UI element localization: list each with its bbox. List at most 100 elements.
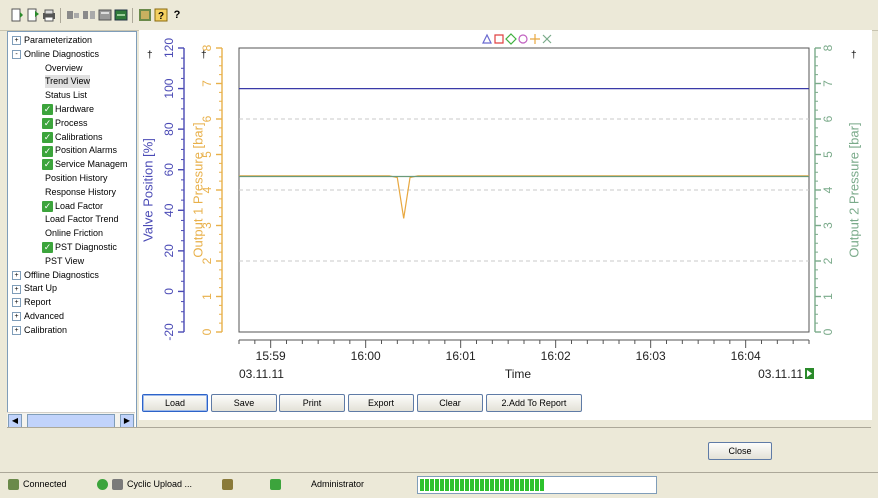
x-tick-label: 16:00: [351, 349, 381, 363]
new-icon[interactable]: [10, 8, 24, 22]
axis-tick-label: 7: [821, 80, 835, 87]
axis-tick-label: 0: [162, 288, 176, 295]
tree-item-label: Start Up: [24, 283, 58, 294]
expand-icon[interactable]: +: [12, 284, 21, 294]
close-button[interactable]: Close: [708, 442, 772, 460]
collapse-icon[interactable]: -: [12, 49, 21, 59]
tree-horizontal-scrollbar[interactable]: ◀ ▶: [7, 412, 135, 428]
tree-item-label: Response History: [45, 186, 117, 197]
tree-item-pst-view[interactable]: PST View: [45, 255, 84, 268]
print-button[interactable]: Print: [279, 394, 345, 412]
axis-title: Output 2 Pressure [bar]: [846, 122, 861, 257]
axis-tick-label: 8: [821, 44, 835, 51]
tree-item-calibration[interactable]: + Calibration: [12, 324, 67, 337]
check-status: [270, 476, 285, 493]
tree-item-pst-diagnostic[interactable]: ✓ PST Diagnostic: [42, 241, 117, 254]
expand-icon[interactable]: +: [12, 36, 21, 46]
tree-item-position-alarms[interactable]: ✓ Position Alarms: [42, 144, 117, 157]
pin-icon: †: [147, 50, 153, 61]
axis-tick-label: 6: [200, 115, 214, 122]
device-icon: [222, 479, 233, 491]
x-tick-label: 16:04: [731, 349, 761, 363]
tree-item-load-factor-trend[interactable]: Load Factor Trend: [45, 213, 119, 226]
expand-icon[interactable]: +: [12, 298, 21, 308]
tree-item-trend-view[interactable]: Trend View: [45, 75, 91, 89]
help-icon[interactable]: ?: [170, 8, 184, 22]
tree-item-label: Parameterization: [24, 35, 93, 45]
x-tick-label: 15:59: [256, 349, 286, 363]
tree-item-overview[interactable]: Overview: [45, 62, 83, 75]
scroll-right-icon[interactable]: ▶: [120, 414, 134, 428]
pc-icon: [112, 479, 123, 491]
marker-plus-icon: [530, 34, 540, 44]
tree-item-service-managem[interactable]: ✓ Service Managem: [42, 158, 128, 171]
tree-item-advanced[interactable]: + Advanced: [12, 310, 64, 323]
tree-item-report[interactable]: + Report: [12, 296, 51, 309]
axis-tick-label: 1: [821, 293, 835, 300]
tree-item-label: Service Managem: [55, 159, 128, 170]
axis-tick-label: 0: [200, 328, 214, 335]
trend-chart: -20020406080100120Valve Position [%]0123…: [140, 33, 861, 381]
print-icon[interactable]: [42, 8, 56, 22]
add-to-report-button[interactable]: 2.Add To Report: [486, 394, 582, 412]
axis-tick-label: 5: [821, 151, 835, 158]
axis-tick-label: 120: [162, 38, 176, 58]
tree-item-parameterization[interactable]: + Parameterization: [12, 34, 92, 47]
tree-item-start-up[interactable]: + Start Up: [12, 282, 57, 295]
tree-item-label: Process: [55, 117, 88, 128]
marker-diamond-icon: [505, 33, 517, 45]
expand-icon[interactable]: +: [12, 312, 21, 322]
axis-tick-label: -20: [162, 323, 176, 341]
axis-tick-label: 7: [200, 80, 214, 87]
disconnect-icon[interactable]: [82, 8, 96, 22]
expand-icon[interactable]: +: [12, 325, 21, 335]
tree-item-process[interactable]: ✓ Process: [42, 117, 88, 130]
tree-item-label: PST View: [45, 255, 85, 266]
tree-item-online-diagnostics[interactable]: - Online Diagnostics: [12, 48, 99, 61]
cyclic-upload-status: Cyclic Upload ...: [97, 476, 192, 493]
refresh-icon: [97, 479, 108, 491]
connect-icon[interactable]: [66, 8, 80, 22]
tree-item-label: PST Diagnostic: [55, 242, 117, 252]
axis-tick-label: 6: [821, 115, 835, 122]
tree-item-label: Overview: [45, 62, 83, 73]
help-context-icon[interactable]: ?: [154, 8, 168, 22]
tree-item-response-history[interactable]: Response History: [45, 186, 116, 199]
tree-item-label: Offline Diagnostics: [24, 269, 99, 280]
tree-item-offline-diagnostics[interactable]: + Offline Diagnostics: [12, 269, 99, 282]
expand-icon[interactable]: +: [12, 270, 21, 280]
tree-item-label: Calibration: [24, 324, 68, 335]
axis-title: Valve Position [%]: [140, 138, 155, 242]
open-icon[interactable]: [26, 8, 40, 22]
pin-icon: †: [201, 50, 207, 61]
tree-item-label: Position History: [45, 173, 108, 183]
tree-item-hardware[interactable]: ✓ Hardware: [42, 103, 94, 116]
tree-item-load-factor[interactable]: ✓ Load Factor: [42, 200, 103, 213]
x-tick-label: 16:02: [541, 349, 571, 363]
tree-item-calibrations[interactable]: ✓ Calibrations: [42, 131, 103, 144]
export-button[interactable]: Export: [348, 394, 414, 412]
scroll-left-icon[interactable]: ◀: [8, 414, 22, 428]
x-axis-title: Time: [505, 367, 532, 381]
tree-item-label: Load Factor Trend: [45, 214, 119, 225]
tree-item-position-history[interactable]: Position History: [45, 172, 108, 185]
checkmark-icon: ✓: [42, 159, 53, 171]
tree-item-status-list[interactable]: Status List: [45, 89, 87, 102]
device-icon[interactable]: [138, 8, 152, 22]
load-button[interactable]: Load: [142, 394, 208, 412]
clear-button[interactable]: Clear: [417, 394, 483, 412]
scroll-thumb[interactable]: [27, 414, 115, 428]
device-status: [222, 476, 237, 493]
tree-item-online-friction[interactable]: Online Friction: [45, 227, 103, 240]
tree-item-label: Online Diagnostics: [24, 48, 100, 59]
download-icon[interactable]: [114, 8, 128, 22]
marker-square-icon: [494, 34, 504, 44]
pin-icon: †: [851, 50, 857, 61]
upload-icon[interactable]: [98, 8, 112, 22]
cyclic-upload-label: Cyclic Upload ...: [127, 479, 193, 489]
save-button[interactable]: Save: [211, 394, 277, 412]
tree-item-label: Load Factor: [55, 200, 104, 211]
connected-label: Connected: [23, 479, 67, 489]
axis-tick-label: 100: [162, 78, 176, 98]
axis-tick-label: 60: [162, 163, 176, 177]
